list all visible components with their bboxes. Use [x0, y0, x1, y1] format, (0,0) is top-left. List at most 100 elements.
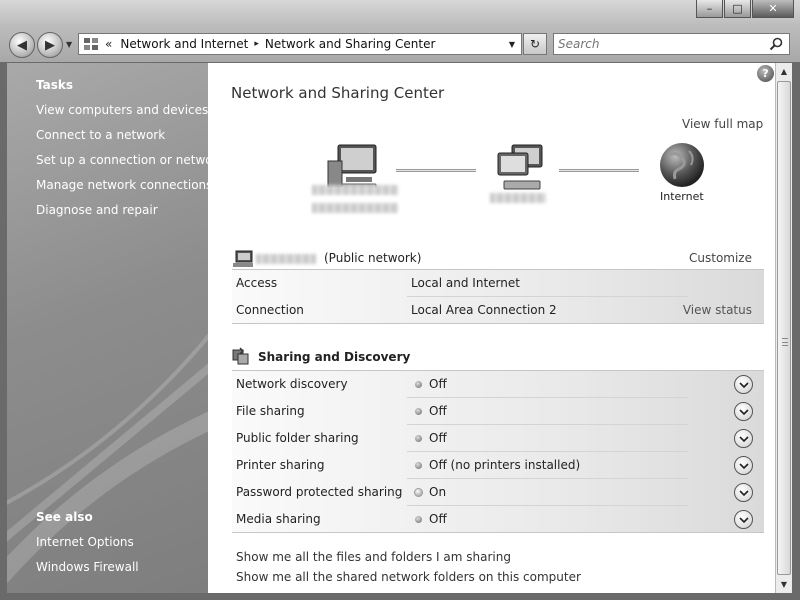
network-details-panel: Access Local and Internet Connection Loc… [232, 269, 764, 324]
computer-name-redacted [312, 185, 398, 195]
setting-value: On [429, 485, 447, 499]
status-dot-icon [415, 516, 422, 523]
breadcrumb-overflow[interactable]: « [105, 37, 112, 51]
window-controls: – □ ✕ [696, 0, 794, 18]
internet-label: Internet [660, 190, 704, 203]
task-diagnose-and-repair[interactable]: Diagnose and repair [36, 203, 158, 217]
connection-value: Local Area Connection 2 [411, 303, 557, 317]
maximize-button[interactable]: □ [724, 0, 751, 18]
network-name-redacted [256, 254, 316, 264]
setting-label: Network discovery [236, 377, 348, 391]
network-detail-row: Connection Local Area Connection 2 View … [232, 297, 764, 324]
search-icon[interactable] [769, 37, 783, 54]
title-bar: – □ ✕ ◀ ▶ ▼ « Network and Internet ▸ Net… [0, 0, 800, 62]
show-shared-folders-link[interactable]: Show me all the shared network folders o… [236, 570, 581, 584]
status-dot-icon [415, 462, 422, 469]
sharing-discovery-panel: Network discovery Off File sharing Off P… [232, 370, 764, 533]
computer-subtitle-redacted [312, 203, 398, 213]
sharing-row-network-discovery: Network discovery Off [232, 371, 764, 398]
page-title: Network and Sharing Center [231, 84, 445, 102]
setting-value: Off [429, 404, 447, 418]
see-also-windows-firewall[interactable]: Windows Firewall [36, 560, 139, 574]
sharing-row-file-sharing: File sharing Off [232, 398, 764, 425]
close-button[interactable]: ✕ [752, 0, 794, 18]
address-bar[interactable]: « Network and Internet ▸ Network and Sha… [78, 33, 522, 55]
connection-label: Connection [236, 303, 304, 317]
breadcrumb-network-and-sharing-center[interactable]: Network and Sharing Center [265, 37, 436, 51]
control-panel-icon [83, 37, 99, 51]
setting-value: Off [429, 431, 447, 445]
refresh-button[interactable]: ↻ [523, 33, 547, 55]
chevron-down-icon [738, 435, 749, 442]
status-dot-on-icon [415, 489, 422, 496]
chevron-down-icon [738, 381, 749, 388]
forward-button[interactable]: ▶ [37, 32, 63, 58]
recent-pages-dropdown[interactable]: ▼ [66, 40, 72, 49]
scroll-down-button[interactable]: ▼ [776, 576, 792, 593]
setting-label: File sharing [236, 404, 305, 418]
access-value: Local and Internet [411, 276, 520, 290]
breadcrumb-network-and-internet[interactable]: Network and Internet [120, 37, 248, 51]
scroll-grip [782, 338, 788, 346]
address-dropdown[interactable]: ▼ [509, 40, 515, 49]
show-shared-files-link[interactable]: Show me all the files and folders I am s… [236, 550, 511, 564]
chevron-down-icon [738, 462, 749, 469]
network-icon[interactable] [492, 143, 550, 198]
see-also-internet-options[interactable]: Internet Options [36, 535, 134, 549]
expand-button[interactable] [734, 429, 753, 448]
network-name-redacted [490, 193, 546, 203]
setting-label: Printer sharing [236, 458, 325, 472]
expand-button[interactable] [734, 375, 753, 394]
setting-label: Public folder sharing [236, 431, 359, 445]
network-header: (Public network) Customize [232, 249, 764, 269]
chevron-right-icon[interactable]: ▸ [254, 39, 259, 49]
status-dot-icon [415, 408, 422, 415]
setting-value: Off [429, 512, 447, 526]
help-icon[interactable]: ? [757, 65, 774, 82]
chevron-down-icon [738, 516, 749, 523]
map-link-line [396, 169, 476, 172]
sharing-icon [232, 347, 250, 368]
sharing-row-media-sharing: Media sharing Off [232, 506, 764, 533]
setting-label: Media sharing [236, 512, 321, 526]
internet-globe-icon[interactable] [657, 141, 707, 192]
minimize-button[interactable]: – [696, 0, 723, 18]
content-pane: ? Network and Sharing Center View full m… [208, 63, 775, 593]
expand-button[interactable] [734, 402, 753, 421]
search-input[interactable] [558, 37, 758, 51]
search-box[interactable] [553, 33, 790, 55]
sharing-discovery-header: Sharing and Discovery [232, 347, 532, 367]
network-type-label: (Public network) [324, 251, 422, 265]
setting-label: Password protected sharing [236, 485, 403, 499]
task-manage-network-connections[interactable]: Manage network connections [36, 178, 208, 192]
back-button[interactable]: ◀ [9, 32, 35, 58]
map-link-line [559, 169, 639, 172]
tasks-heading: Tasks [36, 78, 74, 92]
sharing-row-password-protected-sharing: Password protected sharing On [232, 479, 764, 506]
task-pane: Tasks View computers and devices Connect… [7, 63, 208, 593]
customize-link[interactable]: Customize [689, 251, 752, 265]
scroll-up-button[interactable]: ▲ [776, 63, 792, 80]
sharing-discovery-heading: Sharing and Discovery [258, 350, 411, 364]
task-set-up-connection[interactable]: Set up a connection or network [36, 153, 208, 167]
network-detail-row: Access Local and Internet [232, 270, 764, 297]
scroll-thumb[interactable] [777, 81, 791, 575]
status-dot-icon [415, 381, 422, 388]
view-full-map-link[interactable]: View full map [682, 117, 763, 131]
chevron-down-icon [738, 489, 749, 496]
expand-button[interactable] [734, 483, 753, 502]
see-also-heading: See also [36, 510, 93, 524]
sharing-row-public-folder-sharing: Public folder sharing Off [232, 425, 764, 452]
status-dot-icon [415, 435, 422, 442]
view-status-link[interactable]: View status [683, 303, 752, 317]
chevron-down-icon [738, 408, 749, 415]
access-label: Access [236, 276, 278, 290]
task-view-computers-and-devices[interactable]: View computers and devices [36, 103, 208, 117]
setting-value: Off (no printers installed) [429, 458, 581, 472]
sharing-row-printer-sharing: Printer sharing Off (no printers install… [232, 452, 764, 479]
vertical-scrollbar[interactable]: ▲ ▼ [775, 63, 792, 593]
expand-button[interactable] [734, 510, 753, 529]
setting-value: Off [429, 377, 447, 391]
task-connect-to-a-network[interactable]: Connect to a network [36, 128, 165, 142]
expand-button[interactable] [734, 456, 753, 475]
